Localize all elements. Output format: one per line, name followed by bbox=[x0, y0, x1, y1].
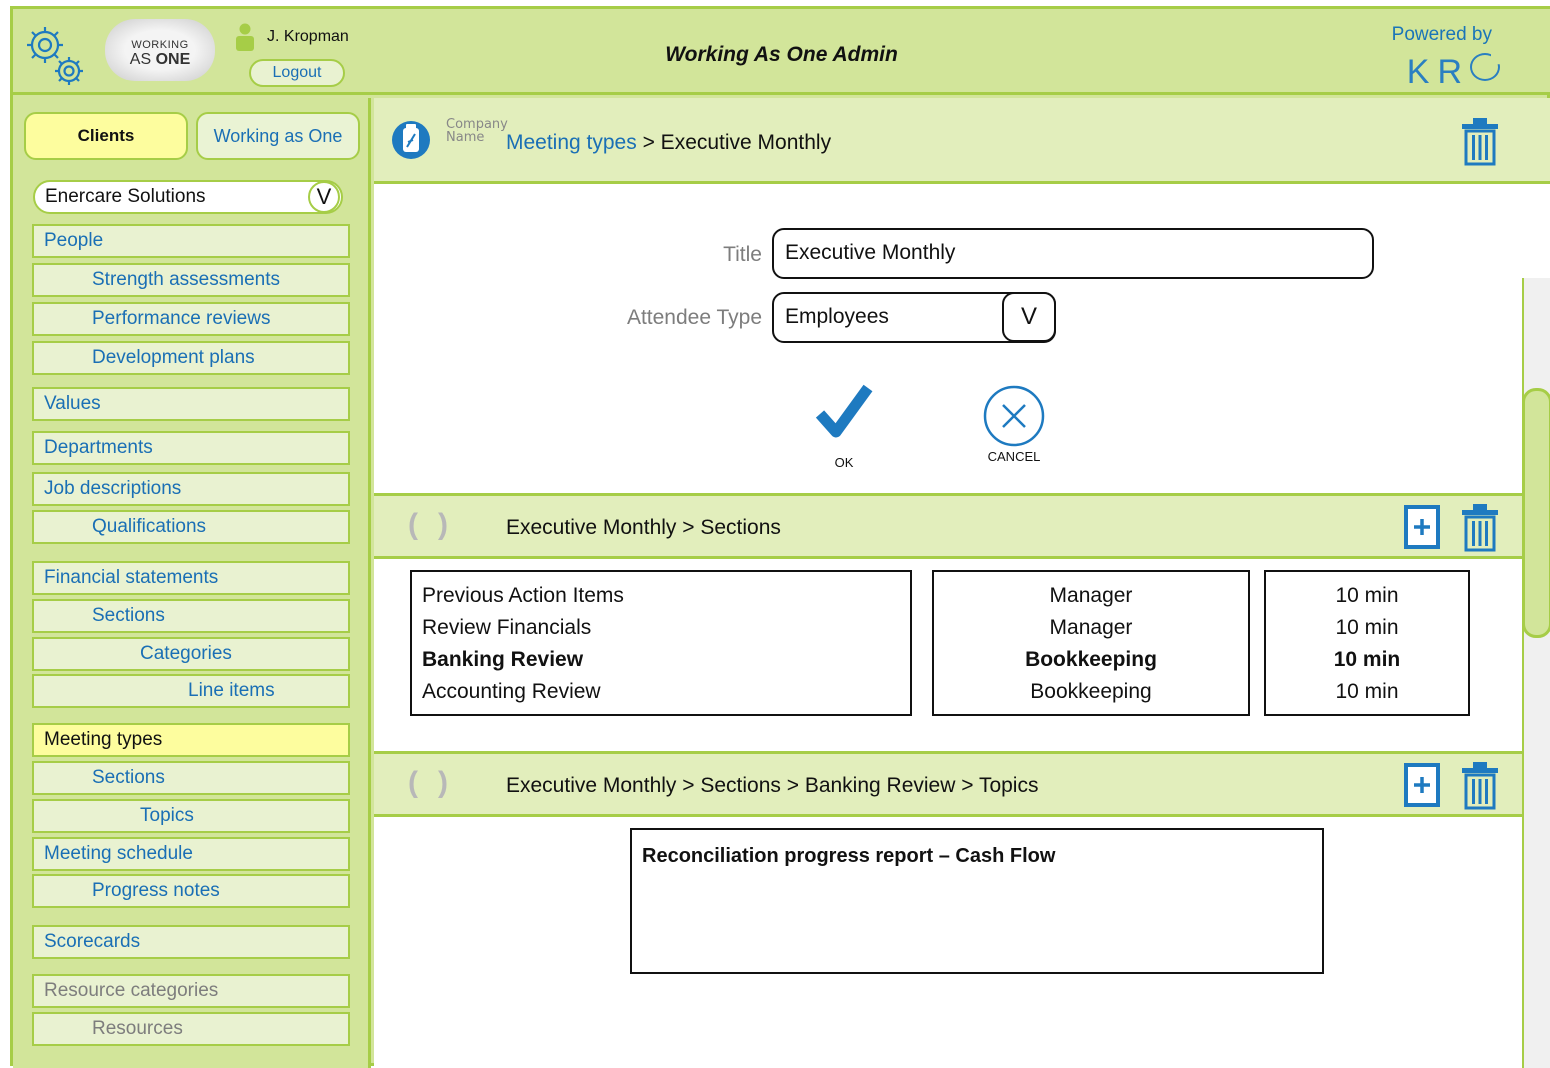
sidebar-item-progress-notes[interactable]: Progress notes bbox=[32, 874, 350, 908]
breadcrumb-current: > Executive Monthly bbox=[636, 131, 832, 154]
app-frame: WORKING AS ONE J. Kropman Logout Working… bbox=[10, 6, 1550, 1068]
section-row[interactable]: Review Financials bbox=[412, 612, 910, 644]
breadcrumb-bar: Company Name Meeting types > Executive M… bbox=[374, 98, 1550, 184]
topic-item[interactable]: Reconciliation progress report – Cash Fl… bbox=[632, 840, 1322, 872]
kro-logo: KR bbox=[1407, 53, 1500, 92]
collapse-toggle-icon[interactable]: () bbox=[408, 766, 468, 800]
sidebar-item-meeting-schedule[interactable]: Meeting schedule bbox=[32, 837, 350, 871]
section-duration: 10 min bbox=[1335, 616, 1399, 639]
vertical-scrollbar[interactable] bbox=[1522, 278, 1550, 1068]
section-role: Manager bbox=[1049, 584, 1133, 607]
sidebar-item-performance-reviews[interactable]: Performance reviews bbox=[32, 302, 350, 336]
sidebar-item-resource-categories[interactable]: Resource categories bbox=[32, 974, 350, 1008]
sidebar-item-development-plans[interactable]: Development plans bbox=[32, 341, 350, 375]
company-name-placeholder: Company Name bbox=[446, 117, 508, 145]
sections-duration-column: 10 min 10 min 10 min 10 min bbox=[1264, 570, 1470, 716]
cancel-label: CANCEL bbox=[987, 449, 1041, 464]
ok-label: OK bbox=[834, 455, 854, 470]
sidebar-item-line-items[interactable]: Line items bbox=[32, 674, 350, 708]
section-row[interactable]: Accounting Review bbox=[412, 676, 910, 708]
tab-clients[interactable]: Clients bbox=[24, 112, 188, 160]
section-role-selected: Bookkeeping bbox=[1025, 648, 1157, 671]
collapse-toggle-icon[interactable]: () bbox=[408, 508, 468, 542]
chevron-down-icon[interactable]: V bbox=[1002, 292, 1056, 342]
title-input[interactable]: Executive Monthly bbox=[772, 228, 1374, 279]
cancel-x-circle-icon bbox=[983, 385, 1045, 447]
delete-trash-icon[interactable] bbox=[1460, 760, 1500, 810]
add-plus-icon[interactable] bbox=[1404, 761, 1440, 807]
ok-button[interactable]: OK bbox=[814, 382, 874, 472]
app-title: Working As One Admin bbox=[665, 43, 898, 66]
chevron-down-icon[interactable]: V bbox=[308, 181, 340, 213]
section-row-selected[interactable]: Banking Review bbox=[412, 644, 910, 676]
section-duration: 10 min bbox=[1335, 680, 1399, 703]
sidebar-item-departments[interactable]: Departments bbox=[32, 431, 350, 465]
attendee-type-select[interactable]: Employees V bbox=[772, 292, 1056, 343]
breadcrumb: Meeting types > Executive Monthly bbox=[506, 131, 831, 155]
section-role: Manager bbox=[1049, 616, 1133, 639]
attendee-type-label: Attendee Type bbox=[626, 306, 762, 329]
section-duration-selected: 10 min bbox=[1333, 648, 1401, 671]
sidebar-item-people[interactable]: People bbox=[32, 224, 350, 258]
sidebar-item-qualifications[interactable]: Qualifications bbox=[32, 510, 350, 544]
sidebar-item-meeting-types[interactable]: Meeting types bbox=[32, 723, 350, 757]
add-plus-icon[interactable] bbox=[1404, 503, 1440, 549]
delete-trash-icon[interactable] bbox=[1460, 116, 1500, 166]
sidebar-item-resources[interactable]: Resources bbox=[32, 1012, 350, 1046]
client-select-value: Enercare Solutions bbox=[45, 186, 206, 207]
topics-bar-title: Executive Monthly > Sections > Banking R… bbox=[506, 774, 1039, 797]
sections-name-column: Previous Action Items Review Financials … bbox=[410, 570, 912, 716]
sidebar-item-scorecards[interactable]: Scorecards bbox=[32, 925, 350, 959]
company-logo-icon bbox=[392, 121, 430, 159]
sidebar-item-categories[interactable]: Categories bbox=[32, 637, 350, 671]
section-duration: 10 min bbox=[1335, 584, 1399, 607]
sidebar-item-topics[interactable]: Topics bbox=[32, 799, 350, 833]
attendee-type-value: Employees bbox=[785, 305, 889, 328]
delete-trash-icon[interactable] bbox=[1460, 502, 1500, 552]
scrollbar-thumb[interactable] bbox=[1522, 388, 1550, 638]
sections-role-column: Manager Manager Bookkeeping Bookkeeping bbox=[932, 570, 1250, 716]
sidebar-item-job-descriptions[interactable]: Job descriptions bbox=[32, 472, 350, 506]
section-row[interactable]: Previous Action Items bbox=[412, 580, 910, 612]
powered-by-label: Powered by bbox=[1391, 24, 1492, 45]
sidebar-item-fs-sections[interactable]: Sections bbox=[32, 599, 350, 633]
sidebar: Clients Working as One Enercare Solution… bbox=[13, 98, 371, 1068]
topics-list: Reconciliation progress report – Cash Fl… bbox=[630, 828, 1324, 974]
tab-working-as-one[interactable]: Working as One bbox=[196, 112, 360, 160]
sidebar-item-financial-statements[interactable]: Financial statements bbox=[32, 561, 350, 595]
sidebar-item-values[interactable]: Values bbox=[32, 387, 350, 421]
app-header: WORKING AS ONE J. Kropman Logout Working… bbox=[13, 9, 1550, 95]
sections-bar-title: Executive Monthly > Sections bbox=[506, 516, 781, 539]
section-role: Bookkeeping bbox=[1030, 680, 1152, 703]
sections-bar: () Executive Monthly > Sections bbox=[374, 493, 1550, 559]
cancel-button[interactable]: CANCEL bbox=[974, 384, 1054, 470]
sidebar-item-meeting-sections[interactable]: Sections bbox=[32, 761, 350, 795]
client-select[interactable]: Enercare Solutions V bbox=[33, 180, 343, 214]
title-label: Title bbox=[723, 243, 762, 266]
breadcrumb-link-meeting-types[interactable]: Meeting types bbox=[506, 131, 637, 154]
checkmark-icon bbox=[815, 384, 873, 438]
sidebar-item-strength-assessments[interactable]: Strength assessments bbox=[32, 263, 350, 297]
main-content: Company Name Meeting types > Executive M… bbox=[374, 98, 1550, 1068]
topics-bar: () Executive Monthly > Sections > Bankin… bbox=[374, 751, 1550, 817]
